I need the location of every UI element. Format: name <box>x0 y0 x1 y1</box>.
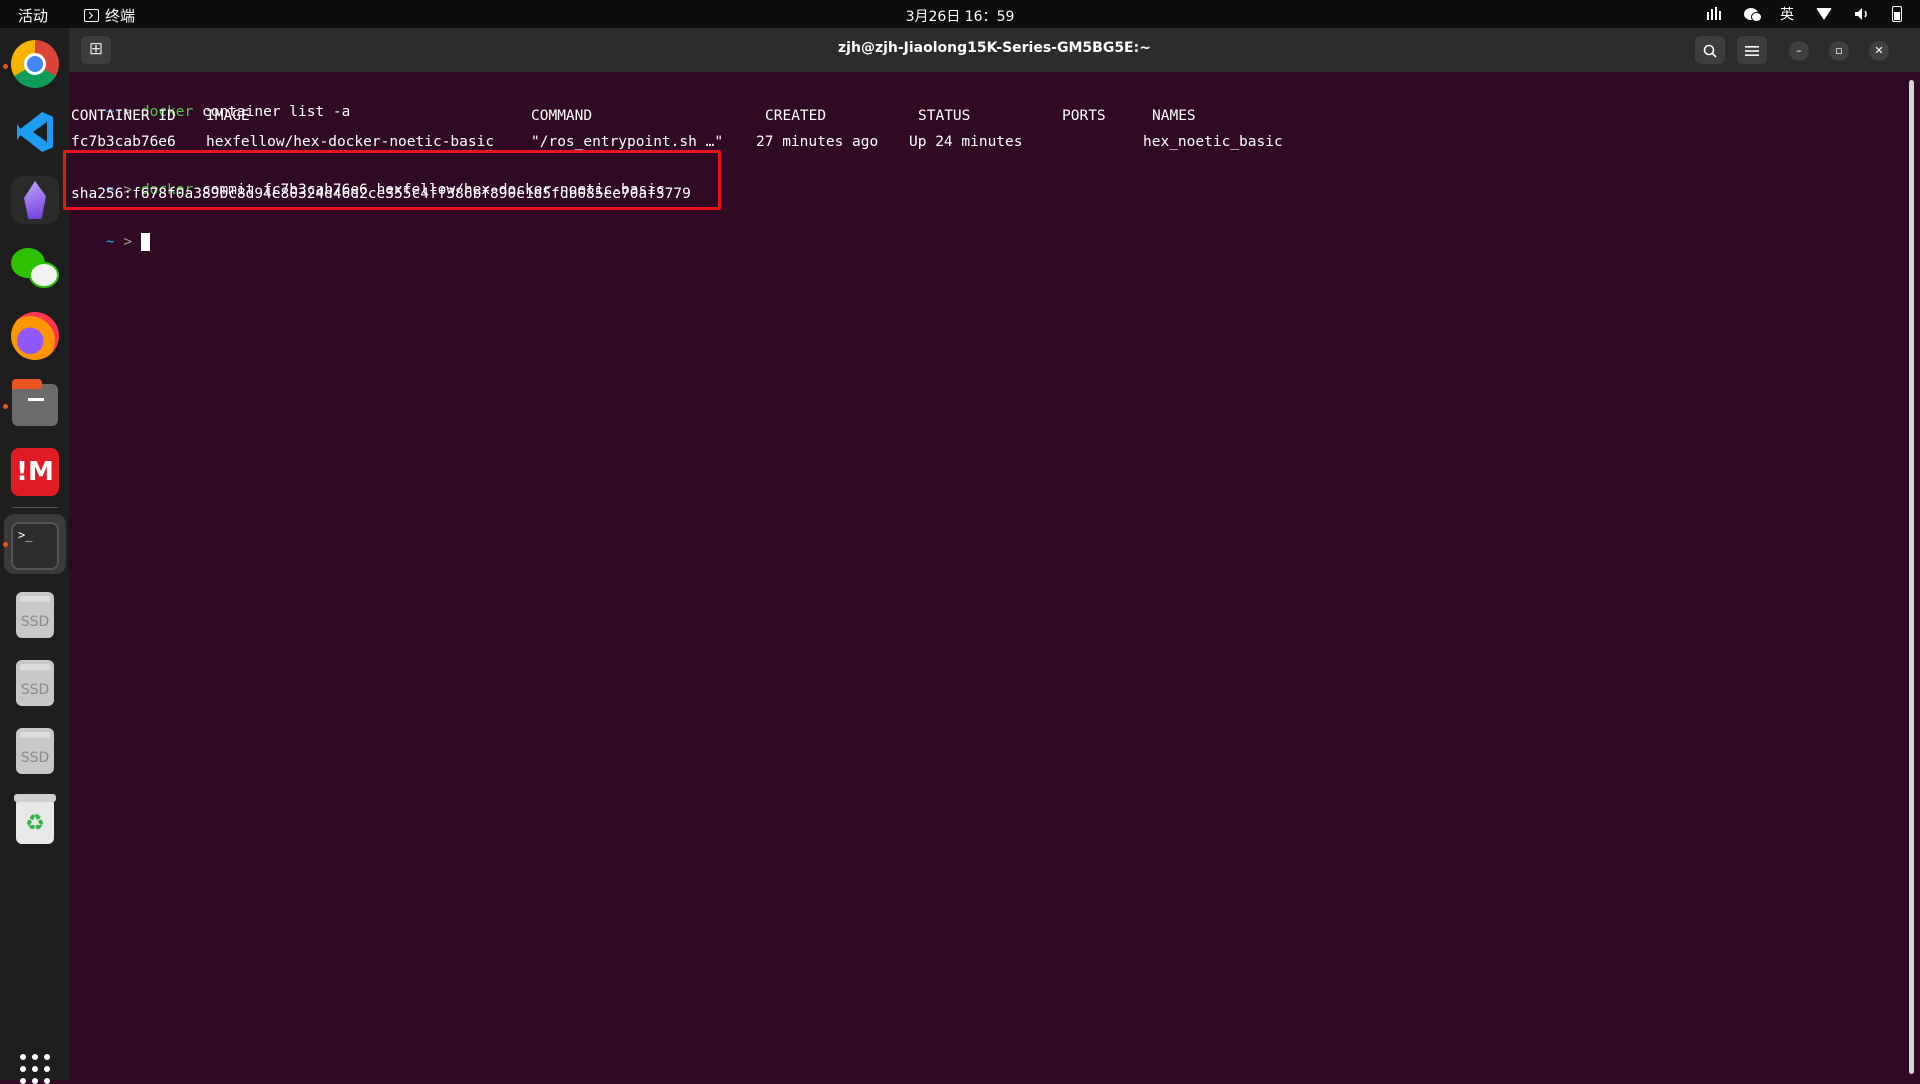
column-header: NAMES <box>1152 108 1196 124</box>
ssd-drive-icon[interactable]: SSD <box>16 592 54 638</box>
close-button[interactable]: ✕ <box>1869 41 1889 61</box>
minimize-button[interactable]: – <box>1789 41 1809 61</box>
input-method-indicator[interactable]: 英 <box>1780 4 1794 24</box>
search-button[interactable] <box>1695 36 1725 64</box>
app-menu[interactable]: 终端 <box>84 5 135 26</box>
active-prompt: ~ > <box>71 209 150 251</box>
table-cell: Up 24 minutes <box>909 134 1023 150</box>
ssd-drive-icon[interactable]: SSD <box>16 660 54 706</box>
column-header: IMAGE <box>206 108 250 124</box>
top-bar: 活动 终端 3月26日 16：59 英 <box>0 0 1920 28</box>
highlight-annotation-box <box>63 150 721 210</box>
wechat-icon[interactable] <box>11 244 59 292</box>
clock-label[interactable]: 3月26日 16：59 <box>906 9 1015 25</box>
table-header: CONTAINER ID IMAGE COMMAND CREATED STATU… <box>71 105 1371 127</box>
hamburger-icon <box>1745 45 1759 56</box>
menu-button[interactable] <box>1737 36 1767 64</box>
dock-separator <box>12 507 58 508</box>
obsidian-icon[interactable] <box>11 176 59 224</box>
scrollbar[interactable] <box>1909 80 1914 1074</box>
command-line: ~ > docker container list -a <box>71 79 350 120</box>
app-menu-label: 终端 <box>105 7 136 25</box>
column-header: CREATED <box>765 108 827 124</box>
table-cell: 27 minutes ago <box>756 134 879 150</box>
table-cell: hex_noetic_basic <box>1143 134 1283 150</box>
text-cursor <box>140 233 150 251</box>
prompt-arrow: > <box>123 234 133 250</box>
mi-icon[interactable]: !M <box>11 448 59 496</box>
firefox-icon[interactable] <box>11 312 59 360</box>
volume-icon[interactable] <box>1854 7 1870 21</box>
column-header: COMMAND <box>531 108 593 124</box>
terminal-headerbar: ⊞ zjh@zjh-Jiaolong15K-Series-GM5BG5E:~ –… <box>69 28 1920 72</box>
wechat-bubble-right <box>29 262 59 288</box>
network-monitor-icon[interactable] <box>1706 7 1722 21</box>
running-indicator <box>3 64 8 69</box>
maximize-button[interactable]: ▫ <box>1829 41 1849 61</box>
ssd-drive-icon[interactable]: SSD <box>16 728 54 774</box>
system-tray: 英 <box>1706 4 1902 24</box>
battery-icon[interactable] <box>1892 6 1902 22</box>
column-header: CONTAINER ID <box>71 108 176 124</box>
wifi-icon[interactable] <box>1816 8 1832 20</box>
vscode-icon[interactable] <box>11 108 59 156</box>
chrome-icon[interactable] <box>11 40 59 88</box>
wechat-tray-icon[interactable] <box>1744 8 1762 22</box>
window-title: zjh@zjh-Jiaolong15K-Series-GM5BG5E:~ <box>838 40 1151 56</box>
terminal-icon[interactable]: >_ <box>11 522 59 570</box>
files-icon[interactable] <box>12 379 58 426</box>
new-tab-button[interactable]: ⊞ <box>81 36 111 64</box>
running-indicator <box>3 404 8 409</box>
prompt-dir: ~ <box>105 234 115 250</box>
column-header: STATUS <box>918 108 971 124</box>
running-indicator <box>3 542 8 547</box>
trash-icon[interactable]: ♻ <box>14 794 56 844</box>
column-header: PORTS <box>1062 108 1106 124</box>
terminal-body[interactable]: ~ > docker container list -a CONTAINER I… <box>69 72 1920 1080</box>
clock: 3月26日 16：59 <box>0 6 1920 26</box>
search-icon <box>1703 44 1717 58</box>
activities-button[interactable]: 活动 <box>18 5 48 26</box>
dock: !M >_ SSD SSD SSD ♻ <box>0 28 69 1084</box>
terminal-icon <box>84 9 99 22</box>
